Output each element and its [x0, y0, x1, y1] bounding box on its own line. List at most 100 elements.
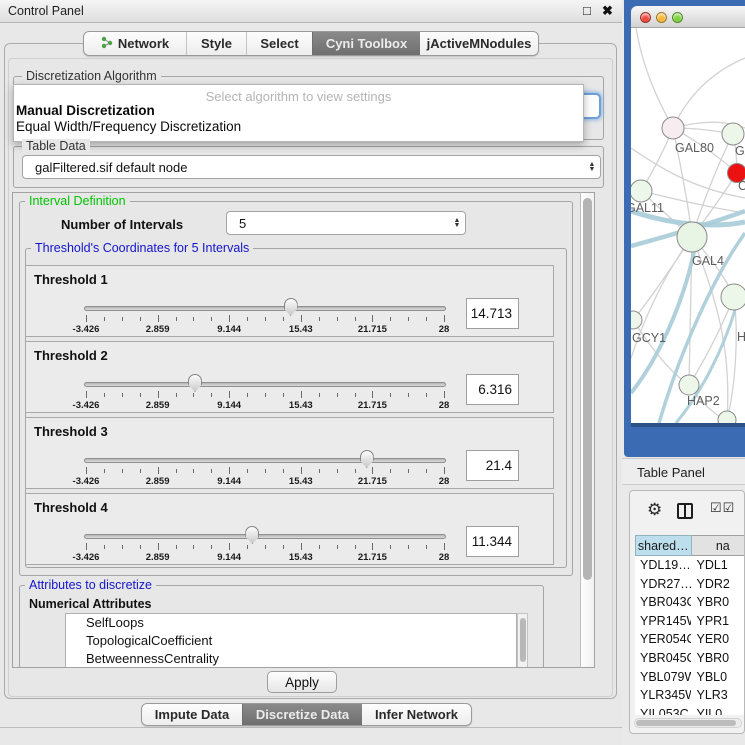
- tab-select[interactable]: Select: [246, 32, 312, 55]
- tab-impute-data[interactable]: Impute Data: [142, 704, 242, 725]
- settings-vertical-scrollbar[interactable]: [580, 192, 595, 668]
- tab-style[interactable]: Style: [186, 32, 246, 55]
- control-panel-titlebar: Control Panel □ ✖: [0, 0, 622, 23]
- combobox-arrows-icon: ▲▼: [584, 162, 600, 172]
- network-window-shadow: [631, 423, 745, 427]
- node-label-node-top-right: GA: [735, 144, 745, 158]
- network-node-GAL11[interactable]: [631, 180, 652, 202]
- panel-title: Control Panel: [8, 4, 84, 18]
- column-header-name[interactable]: na: [692, 535, 745, 556]
- threshold-slider-track[interactable]: [84, 458, 446, 463]
- tick-label: 9.144: [217, 552, 241, 563]
- tab-cyni-toolbox[interactable]: Cyni Toolbox: [312, 32, 420, 55]
- table-row[interactable]: YER054CYER0: [635, 630, 745, 649]
- threshold-slider-track[interactable]: [84, 306, 446, 311]
- popup-item-equal-width-frequency[interactable]: Equal Width/Frequency Discretization: [14, 119, 583, 135]
- select-rows-checkboxes-icon[interactable]: ☑☑: [710, 500, 735, 516]
- table-panel-header: Table Panel: [622, 458, 745, 485]
- close-panel-icon[interactable]: ✖: [602, 3, 613, 19]
- numerical-attributes-list[interactable]: SelfLoopsTopologicalCoefficientBetweenne…: [65, 613, 517, 668]
- tick-label: -3.426: [73, 476, 100, 487]
- table-row[interactable]: YDR27…YDR2: [635, 575, 745, 594]
- table-row[interactable]: YPR145WYPR1: [635, 612, 745, 631]
- network-tab-icon: [101, 36, 113, 52]
- threshold-value-field[interactable]: 6.316: [466, 374, 519, 405]
- node-table: shared… na YDL19…YDL1YDR27…YDR2YBR043CYB…: [635, 535, 745, 715]
- node-label-red-node: C: [738, 179, 745, 193]
- network-node-node-top-right[interactable]: [722, 123, 744, 145]
- popup-item-manual-discretization[interactable]: Manual Discretization: [14, 103, 583, 119]
- float-window-icon[interactable]: □: [583, 3, 591, 18]
- numerical-attributes-label: Numerical Attributes: [29, 597, 151, 611]
- threshold-slider-thumb[interactable]: [188, 374, 202, 392]
- tick-label: 21.715: [358, 324, 387, 335]
- network-node-GAL80[interactable]: [662, 117, 684, 139]
- network-node-HAP2[interactable]: [679, 375, 699, 395]
- table-settings-gear-icon[interactable]: ⚙: [647, 500, 662, 520]
- tab-network[interactable]: Network: [84, 32, 186, 55]
- threshold-label: Threshold 3: [34, 424, 108, 439]
- network-node-GCY1[interactable]: [631, 311, 642, 329]
- table-row[interactable]: YBR043CYBR0: [635, 593, 745, 612]
- table-row[interactable]: YIL053CYIL0: [635, 705, 745, 715]
- threshold-label: Threshold 2: [34, 348, 108, 363]
- threshold-slider-track[interactable]: [84, 382, 446, 387]
- tick-label: 28: [439, 400, 450, 411]
- threshold-label: Threshold 1: [34, 272, 108, 287]
- network-window-titlebar[interactable]: [631, 6, 745, 28]
- control-panel-tabbar: Network Style Select Cyni Toolbox jActiv…: [83, 31, 539, 56]
- tick-label: -3.426: [73, 400, 100, 411]
- interval-definition-title: Interval Definition: [25, 194, 130, 208]
- threshold-slider-thumb[interactable]: [284, 298, 298, 316]
- threshold-slider-thumb[interactable]: [360, 450, 374, 468]
- table-row[interactable]: YBR045CYBR0: [635, 649, 745, 668]
- node-label-GAL4: GAL4: [692, 254, 724, 268]
- threshold-value-field[interactable]: 11.344: [466, 526, 519, 557]
- network-node-GAL4[interactable]: [677, 222, 707, 252]
- tick-label: 2.859: [146, 400, 170, 411]
- discretization-algorithm-title: Discretization Algorithm: [22, 69, 161, 83]
- close-traffic-light[interactable]: [640, 12, 651, 23]
- tab-discretize-data[interactable]: Discretize Data: [242, 704, 362, 725]
- threshold-slider-thumb[interactable]: [245, 526, 259, 544]
- threshold-value-field[interactable]: 21.4: [466, 450, 519, 481]
- apply-button[interactable]: Apply: [267, 671, 337, 693]
- slider-ticks: [86, 315, 444, 324]
- table-horizontal-scrollbar[interactable]: [634, 718, 742, 728]
- threshold-slider-track[interactable]: [84, 534, 446, 539]
- table-row[interactable]: YDL19…YDL1: [635, 556, 745, 575]
- network-node-bottom-node[interactable]: [718, 411, 736, 423]
- attributes-list-scrollbar[interactable]: [517, 613, 528, 668]
- threshold-value-field[interactable]: 14.713: [466, 298, 519, 329]
- column-visibility-icon[interactable]: [677, 503, 693, 519]
- network-node-H-node[interactable]: [721, 284, 745, 310]
- table-row[interactable]: YBL079WYBL0: [635, 668, 745, 687]
- attribute-list-item[interactable]: TopologicalCoefficient: [66, 632, 516, 650]
- attribute-list-item[interactable]: BetweennessCentrality: [66, 650, 516, 668]
- tick-label: 2.859: [146, 552, 170, 563]
- thresholds-title: Threshold's Coordinates for 5 Intervals: [31, 241, 253, 255]
- column-header-shared-name[interactable]: shared…: [635, 535, 692, 556]
- tab-infer-network[interactable]: Infer Network: [362, 704, 471, 725]
- cyni-bottom-tabbar: Impute Data Discretize Data Infer Networ…: [141, 703, 472, 726]
- combobox-arrows-icon: ▲▼: [449, 218, 465, 228]
- tick-label: 28: [439, 476, 450, 487]
- node-label-GAL11: GAL11: [631, 201, 664, 215]
- attribute-list-item[interactable]: SelfLoops: [66, 614, 516, 632]
- tick-label: 21.715: [358, 552, 387, 563]
- zoom-traffic-light[interactable]: [672, 12, 683, 23]
- control-panel: Control Panel □ ✖ Network Style Select C…: [0, 0, 622, 745]
- number-of-intervals-combobox[interactable]: 5 ▲▼: [226, 211, 466, 235]
- tab-jactivemnodules[interactable]: jActiveMNodules: [420, 32, 538, 55]
- minimize-traffic-light[interactable]: [656, 12, 667, 23]
- tick-label: 9.144: [217, 400, 241, 411]
- threshold-panel-3: Threshold 3-3.4262.8599.14415.4321.71528…: [25, 417, 554, 489]
- table-row[interactable]: YLR345WYLR3: [635, 686, 745, 705]
- tick-label: 2.859: [146, 476, 170, 487]
- table-data-title: Table Data: [22, 139, 90, 153]
- table-data-combobox[interactable]: galFiltered.sif default node ▲▼: [22, 155, 601, 179]
- network-view-canvas[interactable]: GAL80GACGAL11GAL4HGCY1HAP2: [631, 28, 745, 423]
- slider-ticks: [86, 543, 444, 552]
- tick-label: 28: [439, 552, 450, 563]
- slider-ticks: [86, 467, 444, 476]
